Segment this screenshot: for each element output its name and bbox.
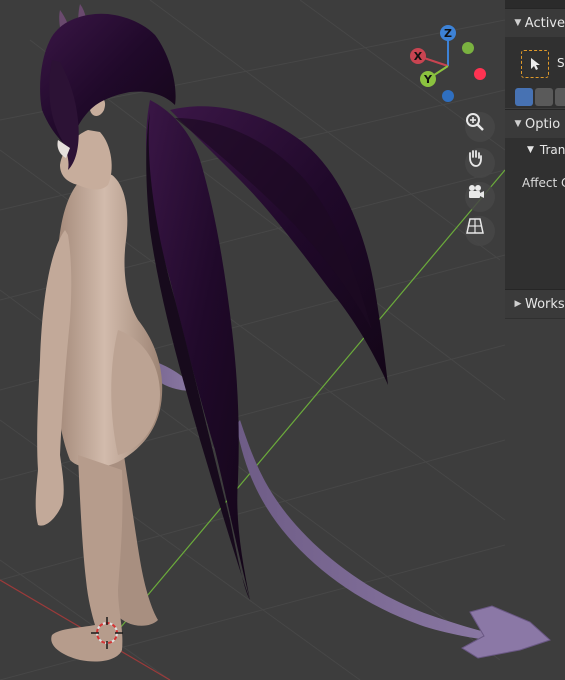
svg-text:Y: Y <box>423 73 433 86</box>
workspace-panel: ▶ Works <box>505 289 565 319</box>
options-header-label: Optio <box>525 116 561 132</box>
selection-mode-buttons <box>515 88 565 106</box>
svg-text:Z: Z <box>444 27 452 40</box>
select-tool-icon[interactable] <box>521 50 549 78</box>
zoom-icon[interactable] <box>465 112 495 142</box>
workspace-header-label: Works <box>525 296 565 312</box>
select-new-button[interactable] <box>515 88 533 106</box>
collapse-triangle-icon: ▶ <box>514 299 522 309</box>
gizmo-x-axis: X <box>410 48 426 64</box>
sidebar-n-panel: ▼ Active S ▼ Optio ▼ Tran Affect C ▶ Wor… <box>505 0 565 680</box>
workspace-header[interactable]: ▶ Works <box>505 289 565 318</box>
grid-icon[interactable] <box>465 216 495 246</box>
active-tool-header-label: Active <box>524 15 565 31</box>
gizmo-neg-x <box>474 68 486 80</box>
transform-subheader-label: Tran <box>539 143 565 157</box>
gizmo-neg-z <box>442 90 454 102</box>
gizmo-neg-y <box>462 42 474 54</box>
options-header[interactable]: ▼ Optio <box>505 109 565 138</box>
navigation-gizmo[interactable]: Z X Y <box>405 20 500 110</box>
expand-triangle-icon: ▼ <box>527 145 534 155</box>
active-tool-name: S <box>557 56 565 70</box>
hand-icon[interactable] <box>465 148 495 178</box>
affect-only-label: Affect C <box>522 176 565 190</box>
gizmo-z-axis: Z <box>440 25 456 41</box>
sidebar-top-strip <box>505 0 565 8</box>
expand-triangle-icon: ▼ <box>514 18 522 28</box>
active-tool-panel: ▼ Active S <box>505 8 565 108</box>
svg-text:X: X <box>414 50 423 63</box>
3d-viewport[interactable]: Z X Y <box>0 0 565 680</box>
select-subtract-button[interactable] <box>555 88 565 106</box>
options-panel: ▼ Optio ▼ Tran Affect C <box>505 109 565 289</box>
camera-icon[interactable] <box>465 182 495 212</box>
active-tool-header[interactable]: ▼ Active <box>505 8 565 37</box>
transform-subheader[interactable]: ▼ Tran <box>505 138 565 162</box>
gizmo-y-axis: Y <box>420 71 436 87</box>
select-extend-button[interactable] <box>535 88 553 106</box>
expand-triangle-icon: ▼ <box>514 119 522 129</box>
